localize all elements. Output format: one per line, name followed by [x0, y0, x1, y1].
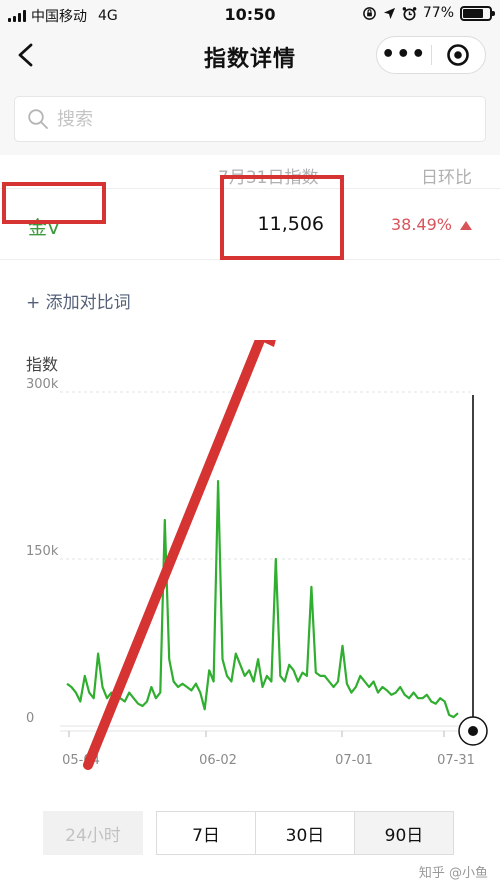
y-tick-label: 300k [26, 377, 59, 392]
chart-x-ticks: 05-04 06-02 07-01 07-31 [62, 731, 475, 768]
add-compare-button[interactable]: + 添加对比词 [26, 288, 131, 313]
mini-program-capsule: ••• [376, 36, 486, 74]
annotation-arrow [83, 340, 276, 770]
daily-change: 38.49% [390, 215, 452, 234]
watermark: 知乎 @小鱼 [418, 866, 488, 881]
time-tab-1[interactable]: 7日 [156, 811, 256, 855]
close-button[interactable] [432, 43, 486, 67]
column-header-change: 日环比 [421, 168, 472, 188]
battery-icon [460, 5, 495, 21]
y-tick-label: 0 [26, 711, 34, 726]
annotation-box-value [220, 175, 344, 260]
search-input[interactable] [57, 108, 437, 130]
x-tick-label: 06-02 [199, 753, 237, 768]
location-arrow-icon [383, 7, 395, 19]
status-bar: 中国移动 4G 10:50 77% [0, 0, 500, 30]
nav-bar: 指数详情 ••• [0, 30, 500, 80]
y-tick-label: 150k [26, 544, 59, 559]
trend-chart: 指数 300k150k0 05-04 06-02 07-01 07-31 [26, 340, 488, 770]
x-tick-label: 07-01 [335, 753, 373, 768]
up-triangle-icon [460, 221, 472, 230]
chart-y-ticks: 300k 150k 0 [26, 377, 59, 726]
target-circle-icon [447, 44, 470, 66]
cursor-handle[interactable] [458, 716, 488, 746]
time-range-tabs: 24小时 7日 30日 90日 [43, 811, 454, 855]
alarm-icon [402, 6, 417, 20]
chart-ylabel: 指数 [26, 355, 58, 374]
battery-percent: 77% [422, 5, 454, 21]
time-tab-2[interactable]: 30日 [255, 811, 355, 855]
rotation-lock-icon [363, 6, 376, 20]
search-bar[interactable] [14, 96, 486, 142]
search-icon [28, 109, 48, 129]
time-tab-3[interactable]: 90日 [354, 811, 454, 855]
more-button[interactable]: ••• [377, 44, 431, 66]
x-tick-label: 07-31 [437, 753, 475, 768]
time-tab-0: 24小时 [43, 811, 143, 855]
annotation-box-term [2, 182, 106, 224]
battery-fill [463, 8, 484, 18]
status-right: 77% [362, 5, 495, 21]
